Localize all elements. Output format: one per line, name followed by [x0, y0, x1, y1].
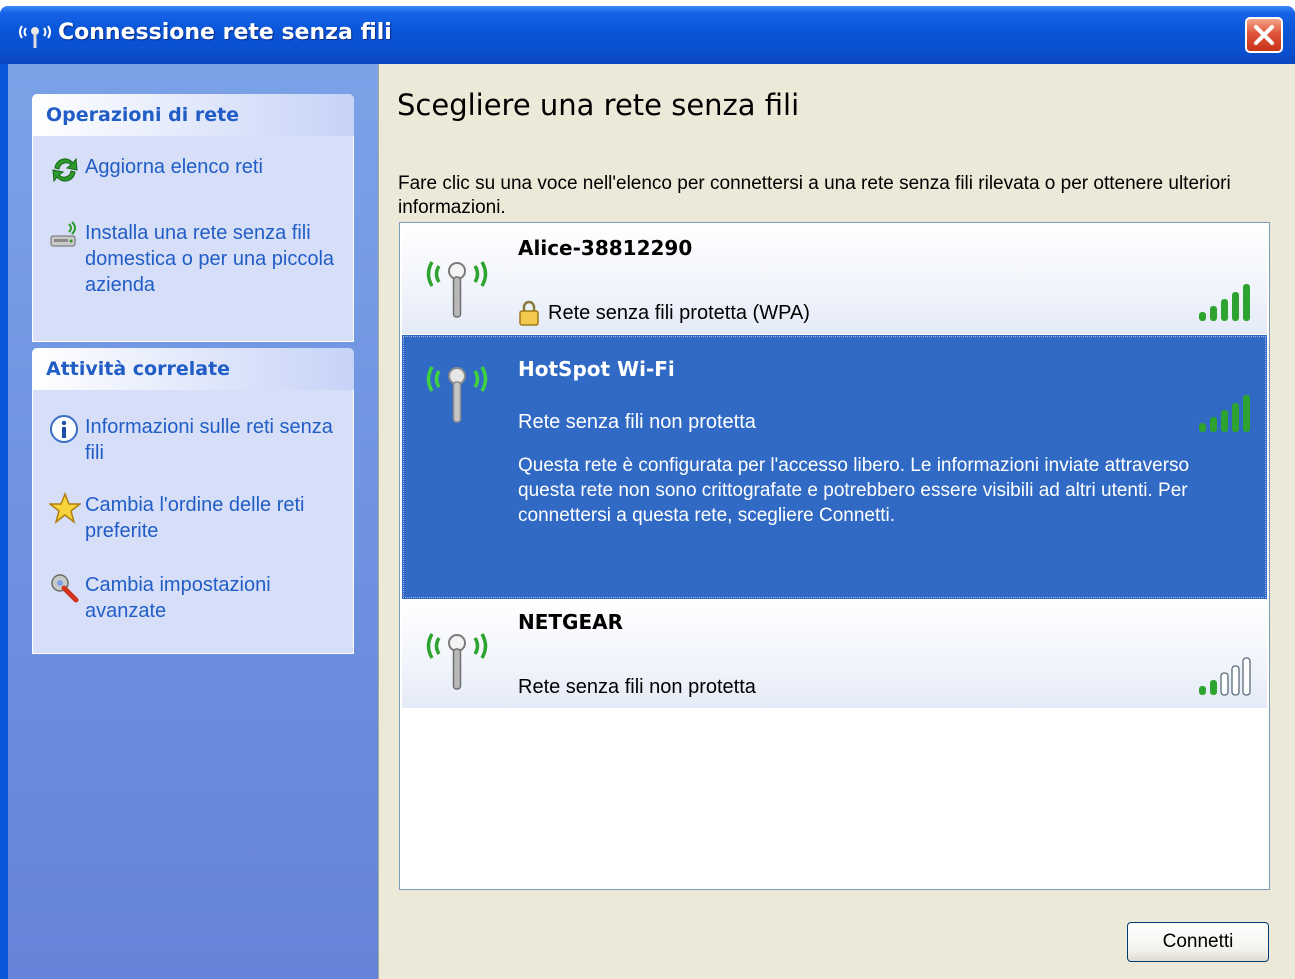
- network-item-hotspot[interactable]: HotSpot Wi-Fi Rete senza fili non protet…: [402, 335, 1267, 599]
- wireless-connection-window: Connessione rete senza fili Operazioni d…: [0, 6, 1295, 979]
- info-icon: [49, 414, 85, 446]
- network-security: Rete senza fili non protetta: [518, 411, 756, 433]
- task-label: Informazioni sulle reti senza fili: [85, 416, 333, 464]
- task-setup-network[interactable]: Installa una rete senza fili domestica o…: [49, 220, 340, 298]
- group-header[interactable]: Operazioni di rete: [32, 94, 354, 136]
- group-body: Informazioni sulle reti senza fili Cambi…: [32, 390, 354, 654]
- task-change-preferred-order[interactable]: Cambia l'ordine delle reti preferite: [47, 491, 340, 544]
- network-ssid: HotSpot Wi-Fi: [518, 357, 675, 381]
- network-item-alice[interactable]: Alice-38812290 Rete senza fili protetta …: [402, 224, 1267, 334]
- star-icon: [47, 491, 85, 524]
- network-ssid: Alice-38812290: [518, 236, 693, 260]
- instructions-text: Fare clic su una voce nell'elenco per co…: [398, 173, 1231, 218]
- network-ssid: NETGEAR: [518, 610, 623, 634]
- network-security: Rete senza fili protetta (WPA): [548, 302, 810, 324]
- task-label: Installa una rete senza fili domestica o…: [85, 222, 335, 296]
- title-bar[interactable]: Connessione rete senza fili: [0, 6, 1295, 64]
- group-related-tasks: Attività correlate Informazioni sulle re…: [32, 348, 354, 654]
- signal-strength-icon: [1199, 284, 1250, 321]
- setup-network-icon: [49, 220, 85, 252]
- close-icon: [1254, 25, 1274, 45]
- task-wireless-info[interactable]: Informazioni sulle reti senza fili: [49, 414, 340, 466]
- wireless-antenna-icon: [426, 633, 488, 690]
- task-label: Aggiorna elenco reti: [85, 156, 263, 178]
- signal-strength-icon: [1199, 657, 1251, 696]
- task-pane: Operazioni di rete Aggiorna elenco reti: [8, 64, 378, 979]
- window-title: Connessione rete senza fili: [58, 20, 392, 45]
- connect-button[interactable]: Connetti: [1127, 922, 1269, 962]
- network-list[interactable]: Alice-38812290 Rete senza fili protetta …: [399, 222, 1270, 890]
- close-button[interactable]: [1245, 17, 1283, 53]
- network-description: Questa rete è configurata per l'accesso …: [518, 455, 1190, 526]
- refresh-icon: [49, 154, 85, 186]
- settings-wrench-icon: [49, 572, 85, 604]
- task-label: Cambia l'ordine delle reti preferite: [85, 494, 305, 542]
- window-client: Operazioni di rete Aggiorna elenco reti: [8, 64, 1295, 979]
- group-title: Operazioni di rete: [46, 104, 240, 126]
- task-advanced-settings[interactable]: Cambia impostazioni avanzate: [49, 572, 340, 624]
- main-content: Scegliere una rete senza fili Fare clic …: [378, 64, 1295, 979]
- group-body: Aggiorna elenco reti Installa una rete s…: [32, 136, 354, 342]
- wireless-antenna-icon: [426, 366, 488, 423]
- network-security: Rete senza fili non protetta: [518, 676, 756, 698]
- group-title: Attività correlate: [46, 358, 231, 380]
- lock-icon: [519, 300, 539, 326]
- group-network-tasks: Operazioni di rete Aggiorna elenco reti: [32, 94, 354, 342]
- wireless-antenna-icon: [19, 25, 51, 48]
- group-header[interactable]: Attività correlate: [32, 348, 354, 390]
- task-refresh-network-list[interactable]: Aggiorna elenco reti: [49, 154, 340, 186]
- page-title: Scegliere una rete senza fili: [397, 88, 800, 122]
- task-label: Cambia impostazioni avanzate: [85, 574, 271, 622]
- wireless-antenna-icon: [426, 261, 488, 318]
- signal-strength-icon: [1199, 395, 1250, 432]
- network-item-netgear[interactable]: NETGEAR Rete senza fili non protetta: [402, 600, 1267, 708]
